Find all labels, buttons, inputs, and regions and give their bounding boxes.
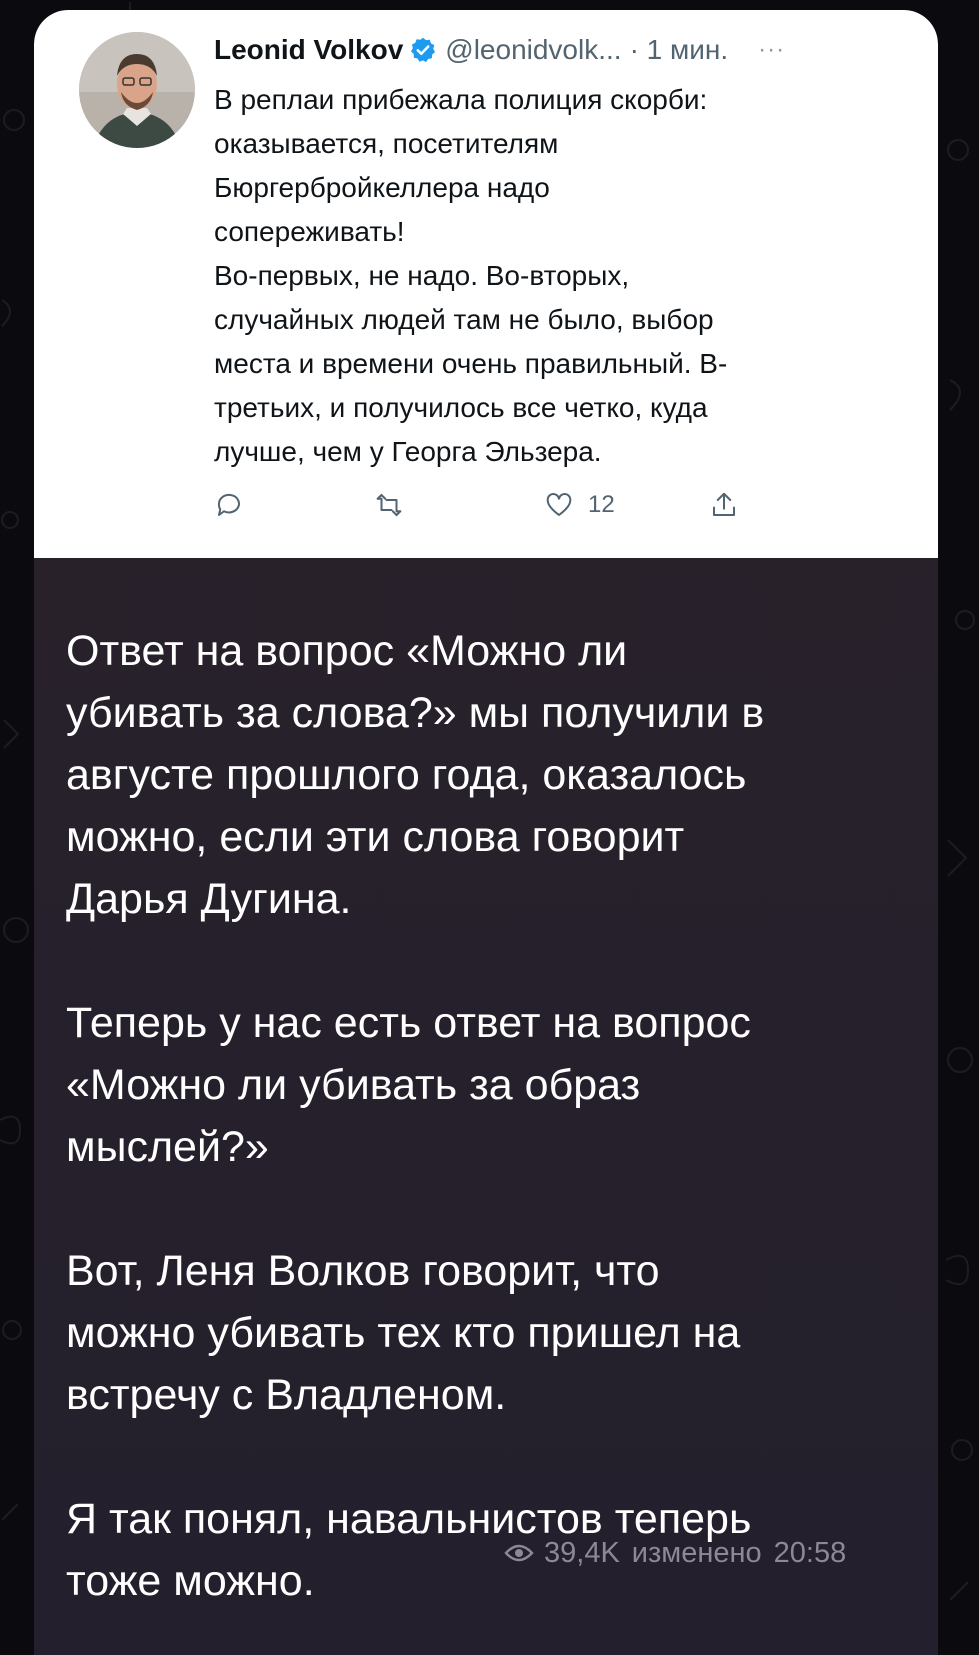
tweet-text-line: случайных людей там не было, выбор (214, 304, 714, 335)
tweet-screenshot: Leonid Volkov @leonidvolk... · 1 мин. ··… (34, 10, 938, 558)
author-handle: @leonidvolk... (445, 34, 622, 65)
tweet-header: Leonid Volkov @leonidvolk... · 1 мин. ··… (214, 30, 914, 70)
message-line: Ответ на вопрос «Можно ли (66, 627, 628, 675)
tweet-text-line: лучше, чем у Георга Эльзера. (214, 436, 602, 467)
message-time: 20:58 (773, 1536, 847, 1569)
author-name: Leonid Volkov (214, 34, 404, 65)
more-options-icon: ··· (758, 36, 786, 63)
message-line: Дарья Дугина. (66, 875, 352, 923)
verified-badge-icon (409, 36, 437, 64)
message-line: можно, если эти слова говорит (66, 813, 685, 861)
retweet-action (374, 490, 404, 520)
message-line: Вот, Леня Волков говорит, что (66, 1247, 660, 1295)
like-count: 12 (588, 491, 615, 518)
like-action: 12 (544, 490, 615, 520)
reply-icon (217, 493, 240, 516)
tweet-text: В реплаи прибежала полиция скорби: оказы… (214, 78, 864, 474)
message-line: «Можно ли убивать за образ (66, 1061, 641, 1109)
views-count: 39,4K (544, 1536, 620, 1569)
tweet-text-line: Бюргербройкеллера надо (214, 172, 550, 203)
share-action (709, 490, 739, 520)
message-line: Теперь у нас есть ответ на вопрос (66, 999, 751, 1047)
message-line: августе прошлого года, оказалось (66, 751, 747, 799)
share-icon (713, 492, 735, 516)
tweet-text-line: В реплаи прибежала полиция скорби: (214, 84, 708, 115)
edited-label: изменено (631, 1536, 762, 1569)
message-text: Ответ на вопрос «Можно ли убивать за сло… (66, 558, 926, 1655)
tweet-text-line: третьих, и получилось все четко, куда (214, 392, 708, 423)
tweet-text-line: оказывается, посетителям (214, 128, 559, 159)
tweet-actions: 12 (214, 490, 814, 530)
message-bubble[interactable]: Leonid Volkov @leonidvolk... · 1 мин. ··… (34, 10, 938, 1655)
tweet-text-line: сопереживать! (214, 216, 405, 247)
message-line: можно убивать тех кто пришел на (66, 1309, 741, 1357)
tweet-time: · 1 мин. (629, 34, 729, 65)
views-eye-icon (504, 1544, 534, 1562)
message-line: мыслей?» (66, 1123, 269, 1171)
reply-action (214, 490, 244, 520)
heart-icon (546, 493, 572, 516)
avatar (79, 32, 195, 148)
message-line: убивать за слова?» мы получили в (66, 689, 765, 737)
message-line: встречу с Владленом. (66, 1371, 507, 1419)
message-meta: 39,4K изменено 20:58 (504, 1533, 846, 1573)
retweet-icon (376, 493, 402, 517)
tweet-text-line: места и времени очень правильный. В- (214, 348, 728, 379)
tweet-text-line: Во-первых, не надо. Во-вторых, (214, 260, 630, 291)
